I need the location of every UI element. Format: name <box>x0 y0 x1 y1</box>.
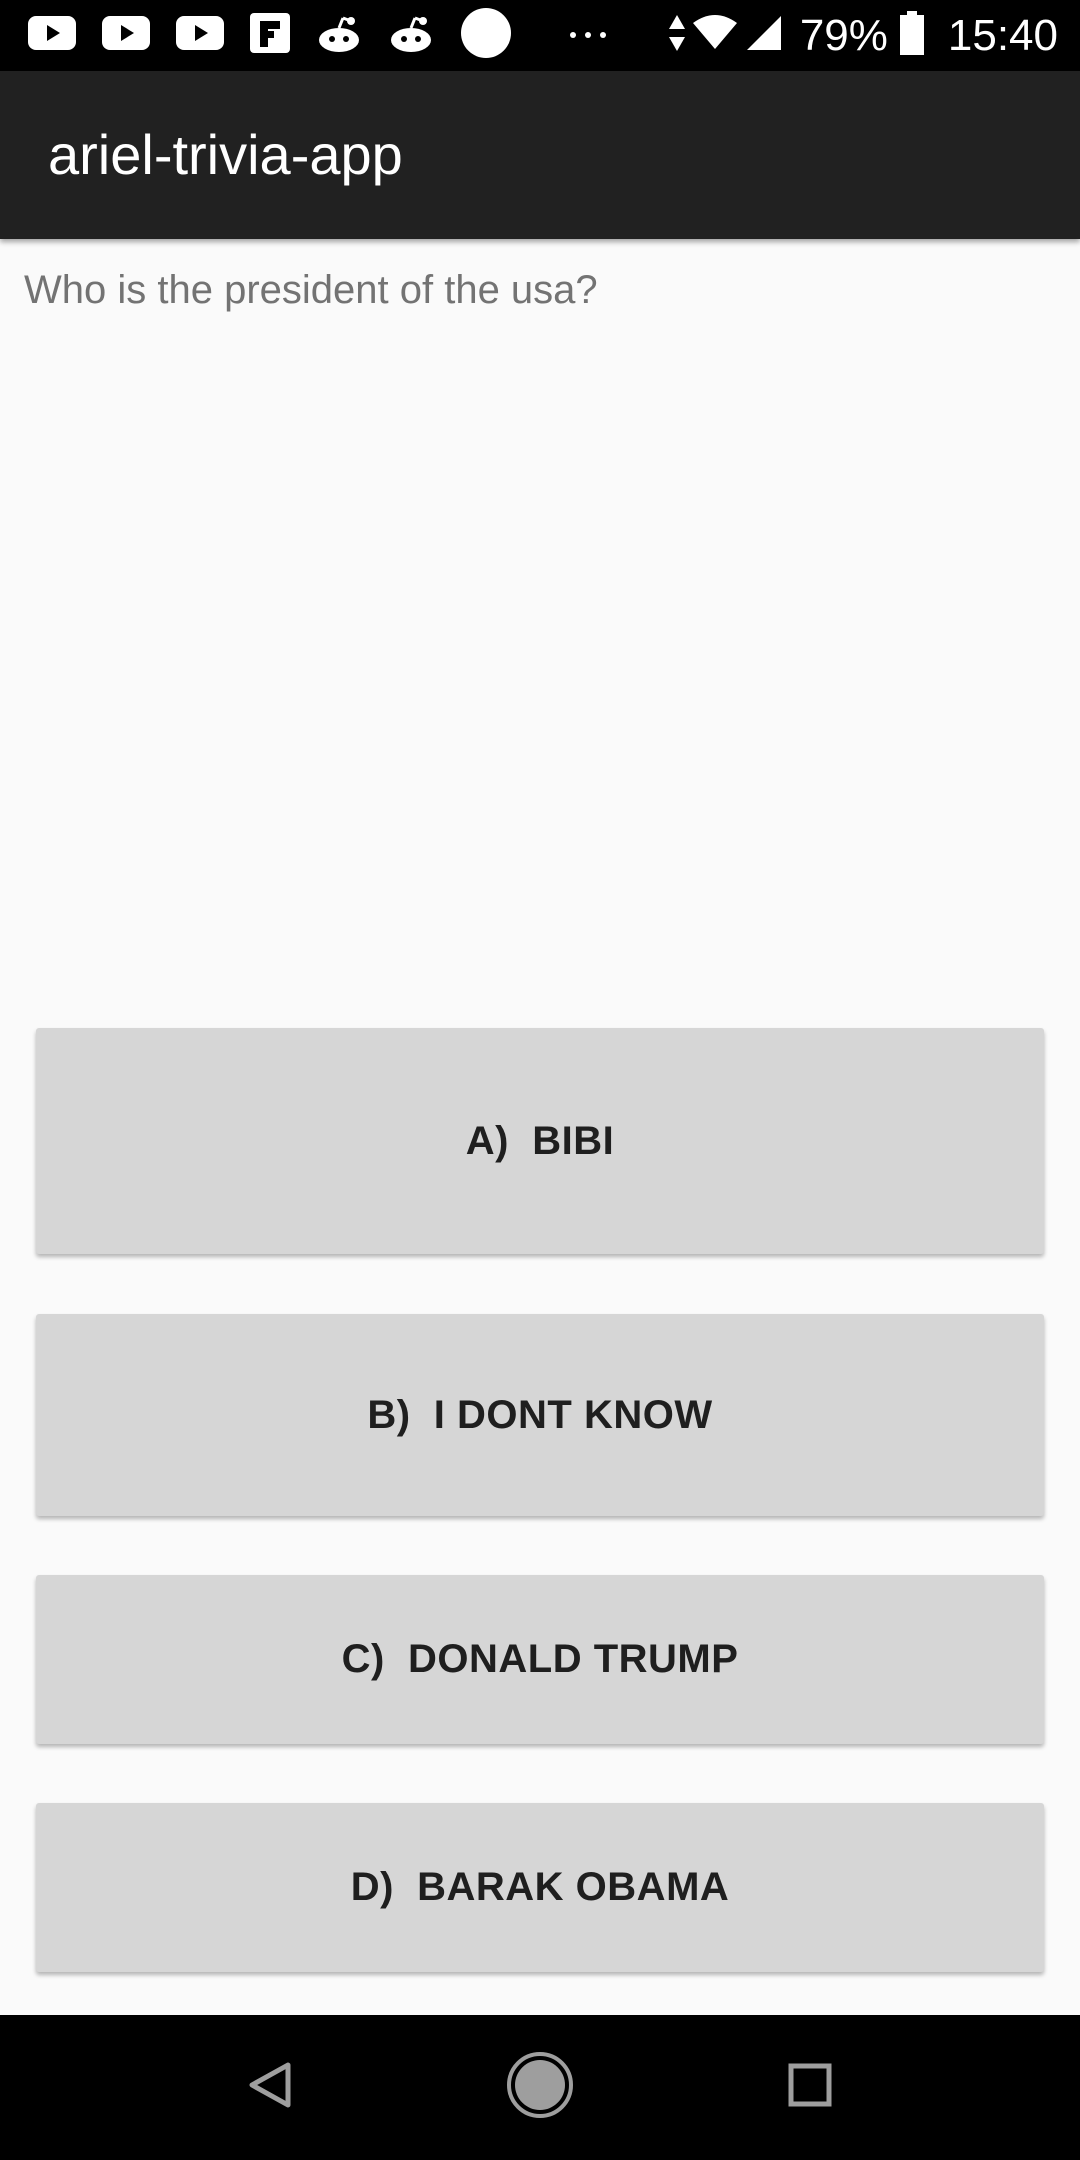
youtube-icon <box>102 16 150 55</box>
reddit-icon <box>316 13 362 58</box>
battery-percent: 79% <box>799 10 888 60</box>
answer-label-c: C) DONALD TRUMP <box>341 1637 739 1681</box>
more-dots-icon <box>568 27 608 45</box>
answer-label-d: D) BARAK OBAMA <box>350 1865 730 1909</box>
recents-icon <box>788 2063 832 2112</box>
clock: 15:40 <box>947 10 1058 60</box>
home-icon <box>505 2050 575 2125</box>
battery-icon <box>899 11 924 60</box>
back-button[interactable] <box>220 2015 320 2160</box>
answer-button-d[interactable]: D) BARAK OBAMA <box>36 1803 1044 1972</box>
cell-signal-icon <box>746 15 782 56</box>
app-title: ariel-trivia-app <box>48 123 403 186</box>
home-button[interactable] <box>490 2015 590 2160</box>
status-bar: 79% 15:40 <box>0 0 1080 71</box>
answer-button-b[interactable]: B) I DONT KNOW <box>36 1314 1044 1516</box>
wifi-icon <box>692 15 738 56</box>
notification-icons <box>28 0 634 71</box>
answer-label-a: A) BIBI <box>465 1118 615 1163</box>
youtube-icon <box>28 16 76 55</box>
circle-icon <box>460 7 512 64</box>
back-icon <box>248 2061 292 2114</box>
youtube-icon <box>176 16 224 55</box>
reddit-icon <box>388 13 434 58</box>
question-text: Who is the president of the usa? <box>24 268 598 312</box>
recents-button[interactable] <box>760 2015 860 2160</box>
system-status: 79% 15:40 <box>668 0 1058 71</box>
navigation-bar <box>0 2015 1080 2160</box>
answer-button-c[interactable]: C) DONALD TRUMP <box>36 1575 1044 1744</box>
app-bar: ariel-trivia-app <box>0 71 1080 239</box>
flipboard-icon <box>250 13 290 58</box>
answer-button-a[interactable]: A) BIBI <box>36 1028 1044 1254</box>
answer-label-b: B) I DONT KNOW <box>367 1392 713 1437</box>
data-arrows-icon <box>668 13 686 58</box>
